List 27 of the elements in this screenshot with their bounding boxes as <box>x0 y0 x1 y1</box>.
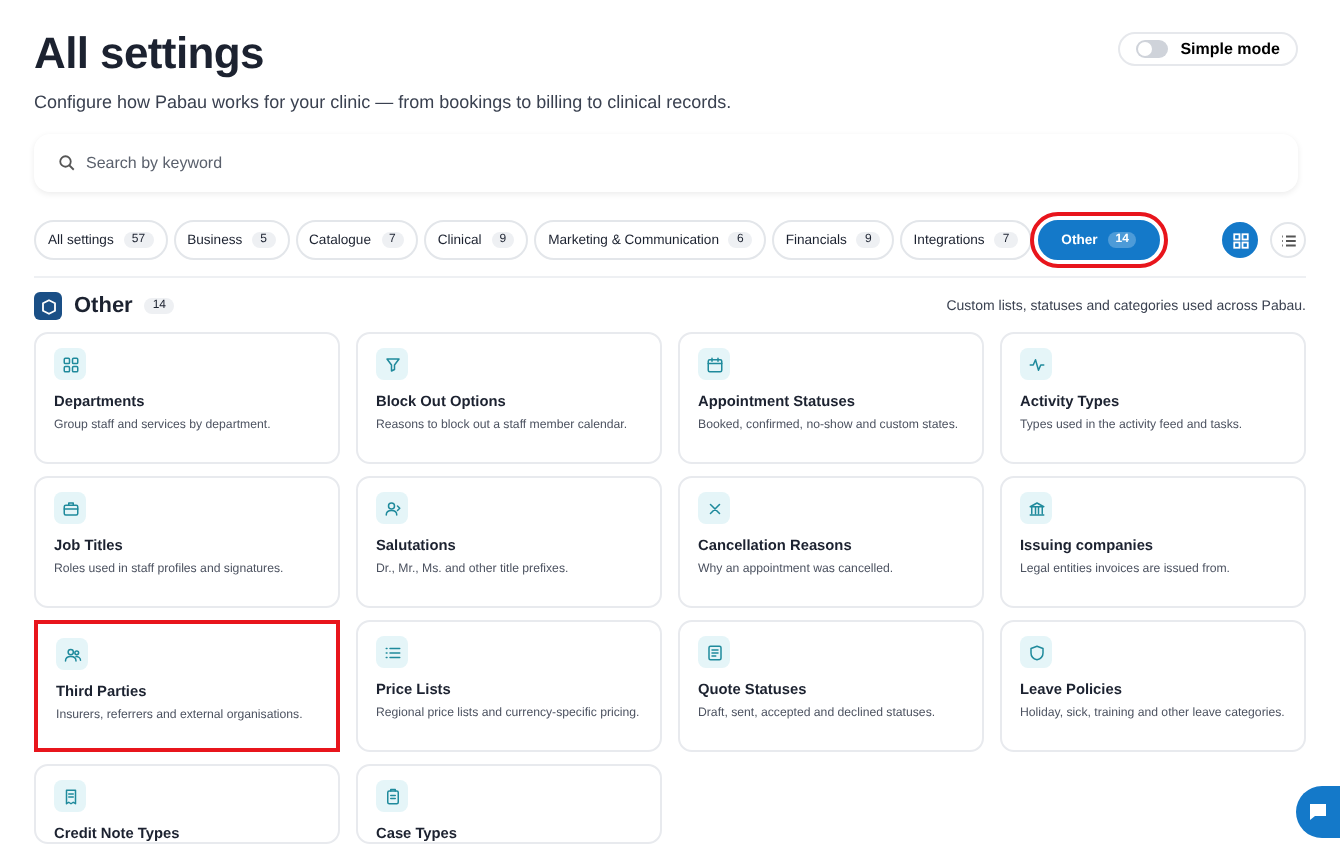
search-icon <box>58 154 76 172</box>
grid-icon <box>61 355 79 373</box>
cross-icon <box>705 499 723 517</box>
search-field[interactable]: Search by keyword <box>34 134 1298 192</box>
grid-icon <box>1231 231 1249 249</box>
section-title: Other <box>74 294 133 318</box>
list-icon <box>1279 231 1297 249</box>
list-icon <box>383 643 401 661</box>
people-icon <box>63 645 81 663</box>
receipt-icon <box>61 787 79 805</box>
page-subtitle: Configure how Pabau works for your clinic — from bookings to billing to clinical records. <box>34 92 732 112</box>
filter-icon <box>383 355 401 373</box>
calendar-icon <box>705 355 723 373</box>
simple-mode-toggle[interactable]: Simple mode <box>1118 32 1298 66</box>
pulse-icon <box>1027 355 1045 373</box>
section-icon <box>34 292 62 320</box>
grid-view-button[interactable] <box>1222 222 1258 258</box>
briefcase-icon <box>61 499 79 517</box>
chat-button[interactable] <box>1296 786 1340 838</box>
list-view-button[interactable] <box>1270 222 1306 258</box>
person-icon <box>383 499 401 517</box>
shield-icon <box>1027 643 1045 661</box>
document-icon <box>705 643 723 661</box>
chat-icon <box>1306 800 1330 824</box>
clipboard-icon <box>383 787 401 805</box>
bank-icon <box>1027 499 1045 517</box>
page-title: All settings <box>34 28 266 80</box>
